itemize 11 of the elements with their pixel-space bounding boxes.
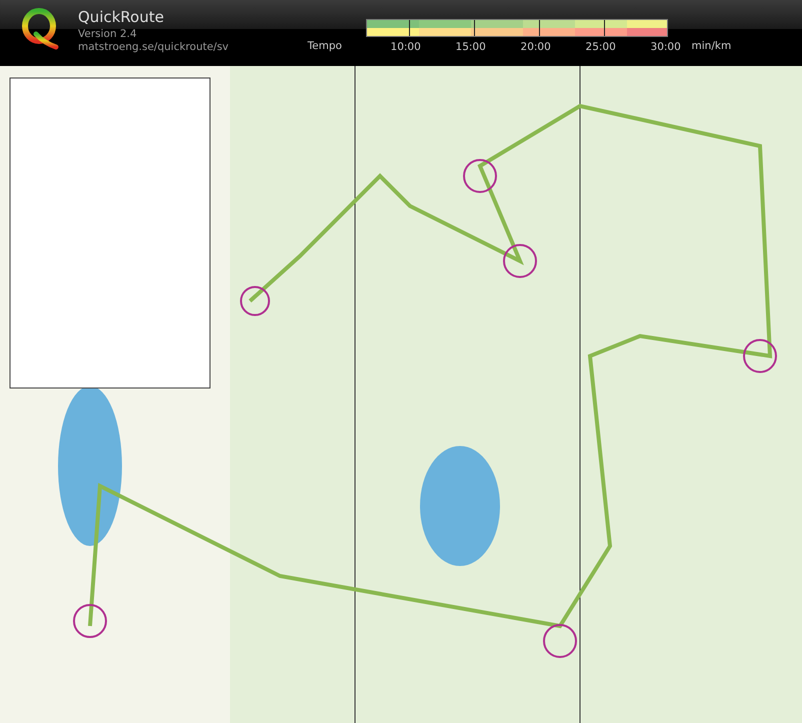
website-url: matstroeng.se/quickroute/sv: [78, 41, 229, 54]
legend-label: Tempo: [308, 40, 343, 52]
tick-label: 10:00: [390, 41, 421, 53]
unit-label: min/km: [692, 40, 732, 52]
logo-icon: [20, 7, 60, 51]
tick-label: 25:00: [586, 41, 616, 53]
tick-label: 20:00: [520, 41, 551, 53]
app-title: QuickRoute: [78, 7, 165, 28]
version-text: Version 2.4: [78, 28, 138, 41]
tick-label: 15:00: [456, 41, 486, 53]
tick-label: 30:00: [650, 41, 681, 53]
